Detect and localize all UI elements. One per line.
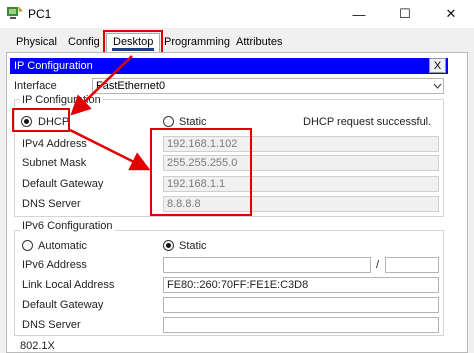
link-local-label: Link Local Address	[22, 279, 115, 291]
ipv6-static-radio[interactable]	[163, 240, 174, 251]
link-local-field[interactable]: FE80::260:70FF:FE1E:C3D8	[163, 277, 439, 293]
ipv6-dns-label: DNS Server	[22, 319, 81, 331]
ipv6-group-label: IPv6 Configuration	[20, 220, 115, 232]
ipv6-gateway-field[interactable]	[163, 297, 439, 313]
dot1x-label: 802.1X	[20, 340, 55, 352]
ipv6-address-field[interactable]	[163, 257, 371, 273]
arrow-desktop-to-dhcp	[70, 55, 133, 116]
automatic-label: Automatic	[38, 240, 87, 252]
ipv6-static-label: Static	[179, 240, 207, 252]
ipv6-address-label: IPv6 Address	[22, 259, 87, 271]
radio-selected-dot	[166, 243, 171, 248]
automatic-radio[interactable]	[22, 240, 33, 251]
ipv6-prefix-field[interactable]	[385, 257, 439, 273]
ipv6-gateway-label: Default Gateway	[22, 299, 104, 311]
arrow-dhcp-to-values	[69, 128, 151, 171]
ipv6-dns-field[interactable]	[163, 317, 439, 333]
prefix-separator: /	[376, 259, 380, 271]
